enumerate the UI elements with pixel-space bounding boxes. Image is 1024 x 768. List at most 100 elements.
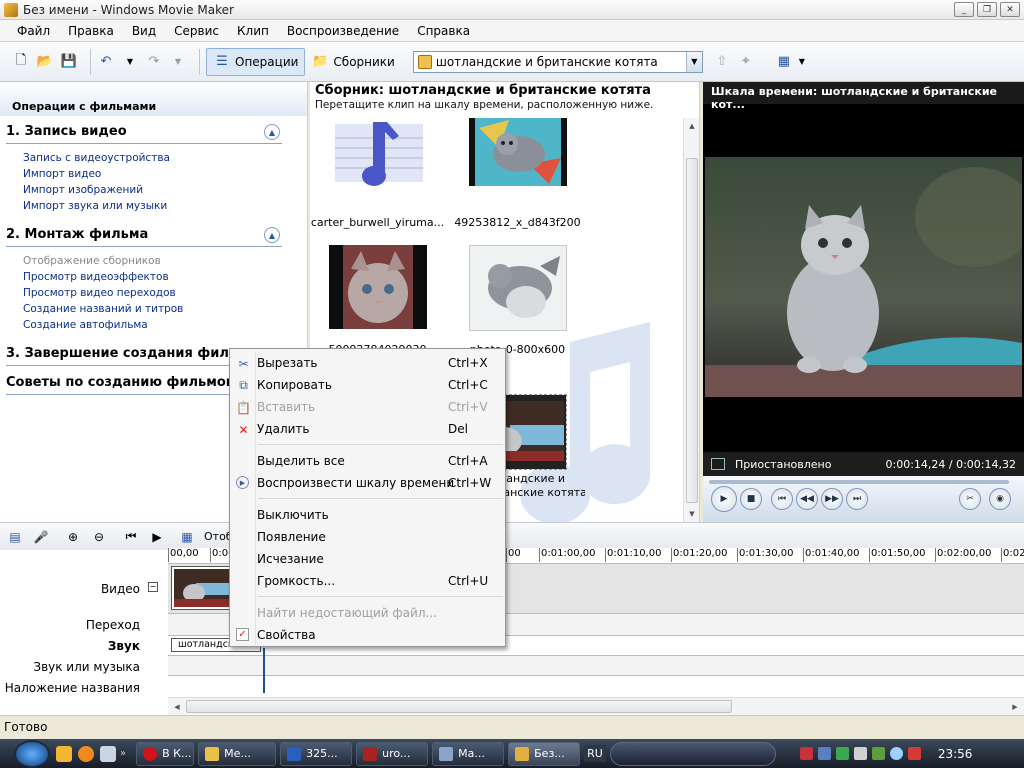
collection-clip[interactable]: carter_burwell_yiruma... [310, 118, 445, 229]
context-menu-select-all[interactable]: Выделить все Ctrl+A [230, 450, 505, 472]
task-link-video-effects[interactable]: Просмотр видеоэффектов [23, 271, 282, 283]
title-overlay-track[interactable] [168, 676, 1024, 698]
redo-dropdown-icon[interactable]: ▼ [169, 53, 187, 71]
task-link-import-video[interactable]: Импорт видео [23, 168, 282, 180]
tray-icon[interactable] [889, 747, 903, 760]
chevron-down-icon[interactable]: ▼ [685, 51, 702, 72]
storyboard-toggle-icon[interactable]: ▤ [6, 528, 24, 546]
scroll-left-icon[interactable]: ◀ [170, 700, 184, 714]
redo-icon[interactable]: ↷ [145, 53, 163, 71]
previous-frame-icon[interactable]: ⏮ [771, 488, 793, 510]
start-button[interactable] [14, 739, 50, 768]
menu-edit[interactable]: Правка [59, 24, 123, 38]
tray-icon[interactable] [835, 747, 849, 760]
storyboard-icon[interactable]: ▦ [178, 528, 196, 546]
collection-scrollbar[interactable]: ▲ ▼ [683, 118, 699, 522]
minimize-button[interactable]: _ [954, 2, 974, 17]
menu-view[interactable]: Вид [123, 24, 165, 38]
taskbar-button-opera[interactable]: В К... [136, 741, 195, 766]
rewind-icon[interactable]: ◀◀ [796, 488, 818, 510]
collection-dropdown[interactable]: шотландские и британские котята ▼ [412, 50, 703, 73]
task-link-import-images[interactable]: Импорт изображений [23, 184, 282, 196]
context-menu-cut[interactable]: ✂ Вырезать Ctrl+X [230, 352, 505, 374]
open-project-icon[interactable]: 📂 [36, 53, 54, 71]
preview-seek-bar[interactable] [709, 480, 1009, 484]
menu-help[interactable]: Справка [408, 24, 479, 38]
tray-icon[interactable] [871, 747, 885, 760]
scroll-right-icon[interactable]: ▶ [1008, 700, 1022, 714]
snapshot-camera-icon[interactable]: ◉ [989, 488, 1011, 510]
collection-clip[interactable]: 50092784029030 [310, 245, 445, 356]
quicklaunch-icon[interactable] [56, 745, 72, 762]
new-collection-icon[interactable]: ✦ [737, 53, 755, 71]
timeline-playhead[interactable] [263, 648, 265, 693]
context-menu-properties[interactable]: ✓ Свойства [230, 624, 505, 646]
view-dropdown-icon[interactable]: ▼ [793, 53, 811, 71]
collection-clip[interactable]: 49253812_x_d843f200 [450, 118, 585, 229]
printer-tray-icon[interactable] [853, 747, 867, 760]
save-project-icon[interactable]: 💾 [60, 53, 78, 71]
network-tray-icon[interactable] [907, 747, 921, 760]
next-frame-icon[interactable]: ⏭ [846, 488, 868, 510]
quicklaunch-desktop-icon[interactable] [100, 745, 116, 762]
operations-button[interactable]: ☰ Операции [206, 47, 306, 76]
menu-tools[interactable]: Сервис [165, 24, 228, 38]
task-link-titles[interactable]: Создание названий и титров [23, 303, 282, 315]
context-menu-volume[interactable]: Громкость... Ctrl+U [230, 570, 505, 592]
scroll-up-icon[interactable]: ▲ [684, 118, 699, 134]
context-menu-copy[interactable]: ⧉ Копировать Ctrl+C [230, 374, 505, 396]
context-menu-play-timeline[interactable]: ▶ Воспроизвести шкалу времени Ctrl+W [230, 472, 505, 494]
scroll-thumb[interactable] [686, 158, 698, 503]
preview-screen[interactable] [705, 157, 1022, 397]
collections-button[interactable]: 📁 Сборники [305, 48, 400, 76]
close-button[interactable]: ✕ [1000, 2, 1020, 17]
expand-video-track-icon[interactable]: − [148, 582, 158, 592]
task-link-video-transitions[interactable]: Просмотр видео переходов [23, 287, 282, 299]
title-bar: Без имени - Windows Movie Maker _ ❐ ✕ [0, 0, 1024, 20]
language-indicator[interactable]: RU [584, 745, 606, 762]
menu-file[interactable]: Файл [8, 24, 59, 38]
play-icon[interactable]: ▶ [711, 486, 737, 512]
collapse-icon[interactable]: ▲ [264, 227, 280, 243]
music-track[interactable] [168, 656, 1024, 676]
new-project-icon[interactable]: 🗋 [12, 53, 30, 71]
task-link-automovie[interactable]: Создание автофильма [23, 319, 282, 331]
context-menu-delete[interactable]: ✕ Удалить Del [230, 418, 505, 440]
taskbar-clock[interactable]: 23:56 [938, 747, 973, 761]
taskbar-button-document[interactable]: uro... [356, 741, 429, 766]
quicklaunch-more-icon[interactable]: » [120, 748, 126, 759]
stop-icon[interactable]: ■ [740, 488, 762, 510]
narrate-microphone-icon[interactable]: 🎤 [32, 528, 50, 546]
menu-playback[interactable]: Воспроизведение [278, 24, 408, 38]
taskbar-button-folder[interactable]: Ме... [198, 741, 277, 766]
zoom-in-icon[interactable]: ⊕ [64, 528, 82, 546]
undo-dropdown-icon[interactable]: ▼ [121, 53, 139, 71]
quicklaunch-mail-icon[interactable] [78, 745, 94, 762]
undo-icon[interactable]: ↶ [97, 53, 115, 71]
collection-clip[interactable]: photo-0-800x600 [450, 245, 585, 356]
taskbar-button-app[interactable]: Ма... [432, 741, 505, 766]
taskbar-button-word[interactable]: 325... [280, 741, 353, 766]
tray-icon[interactable] [799, 747, 813, 760]
timeline-scrollbar[interactable]: ◀ ▶ [168, 697, 1024, 715]
collapse-icon[interactable]: ▲ [264, 124, 280, 140]
taskbar-button-movie-maker[interactable]: Без... [508, 741, 581, 766]
context-menu-mute[interactable]: Выключить [230, 504, 505, 526]
split-clip-icon[interactable]: ✂ [959, 488, 981, 510]
task-link-capture-device[interactable]: Запись с видеоустройства [23, 152, 282, 164]
play-timeline-icon[interactable]: ▶ [148, 528, 166, 546]
task-link-import-audio[interactable]: Импорт звука или музыки [23, 200, 282, 212]
scroll-down-icon[interactable]: ▼ [684, 506, 699, 522]
menu-clip[interactable]: Клип [228, 24, 278, 38]
view-mode-icon[interactable]: ▦ [775, 53, 793, 71]
tray-icon[interactable] [817, 747, 831, 760]
timeline-scroll-thumb[interactable] [186, 700, 732, 713]
media-player-mini-toolbar[interactable] [609, 741, 776, 766]
forward-icon[interactable]: ▶▶ [821, 488, 843, 510]
context-menu-fade-out[interactable]: Исчезание [230, 548, 505, 570]
rewind-timeline-icon[interactable]: ⏮ [122, 528, 140, 546]
up-level-icon[interactable]: ⇧ [713, 53, 731, 71]
zoom-out-icon[interactable]: ⊖ [90, 528, 108, 546]
context-menu-fade-in[interactable]: Появление [230, 526, 505, 548]
restore-button[interactable]: ❐ [977, 2, 997, 17]
